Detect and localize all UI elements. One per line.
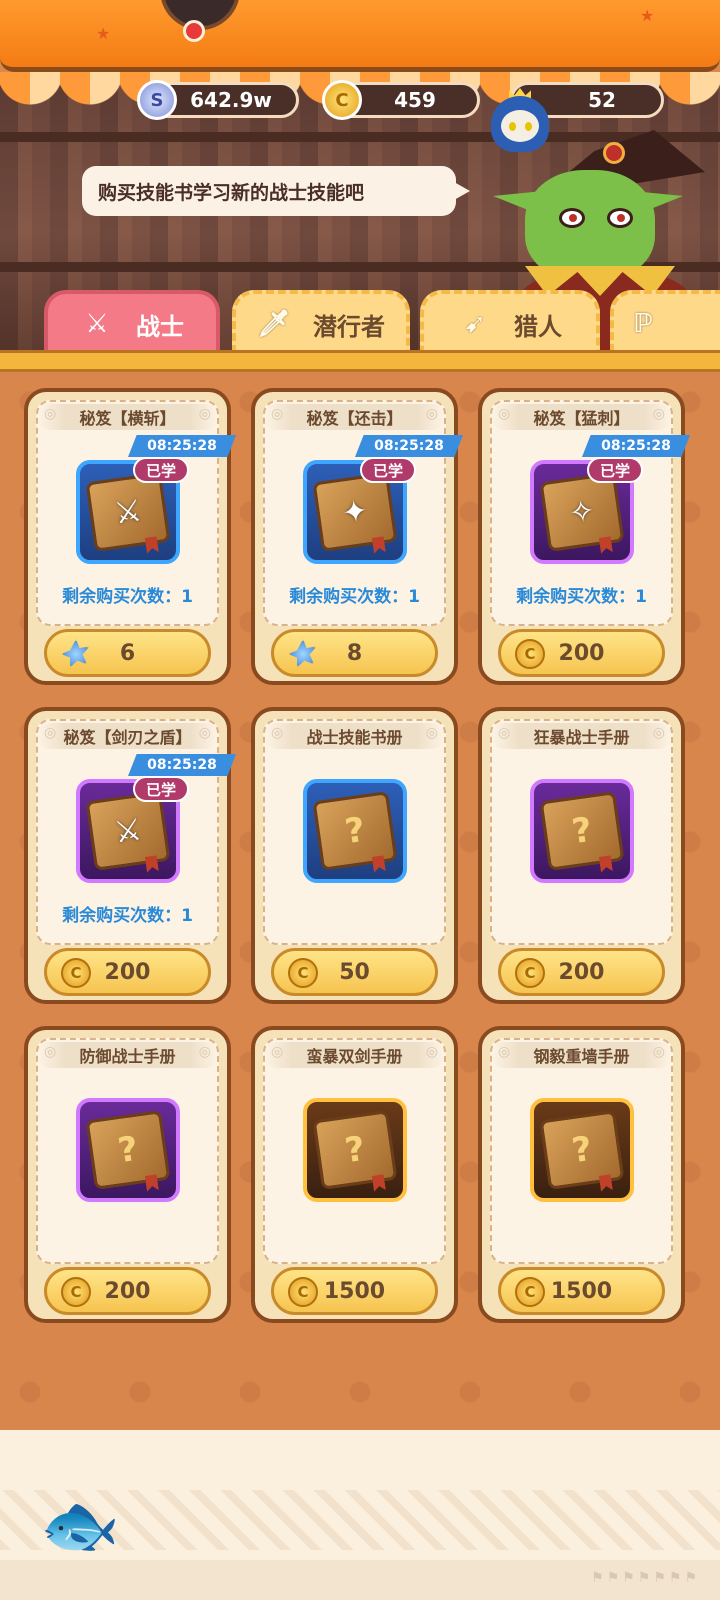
price-label: 200	[104, 959, 151, 985]
skill-book-frame: ?	[303, 1098, 407, 1202]
silver-coin-icon: S	[137, 80, 177, 120]
price-label: 6	[119, 640, 136, 666]
gold-coin-icon: C	[61, 958, 91, 988]
buy-button[interactable]: C 200	[44, 948, 211, 996]
panel-rail	[0, 350, 720, 372]
price-label: 200	[104, 1278, 151, 1304]
gold-amount: 459	[394, 88, 436, 112]
timer-badge: 08:25:28	[355, 435, 463, 457]
skill-book-icon: ✧	[539, 472, 625, 552]
mystery-book-icon: ?	[539, 791, 625, 871]
footer-decoration: ⚑⚑⚑⚑⚑⚑⚑	[591, 1570, 700, 1586]
tab-warrior[interactable]: ⚔ 战士	[44, 290, 220, 354]
energy-amount: 52	[588, 88, 616, 112]
gold-coin-icon: C	[515, 1277, 545, 1307]
skill-book-icon: ✦	[312, 472, 398, 552]
card-title: 秘笈【还击】	[265, 404, 444, 430]
buy-button[interactable]: 6	[44, 629, 211, 677]
card-title: 防御战士手册	[38, 1042, 217, 1068]
card-title: 钢毅重墙手册	[492, 1042, 671, 1068]
speech-text: 购买技能书学习新的战士技能吧	[98, 181, 365, 204]
staff-icon: ℙ	[633, 309, 653, 339]
shop-card[interactable]: 秘笈【剑刃之盾】 08:25:28 ⚔已学剩余购买次数：1 C 200	[24, 707, 236, 1004]
price-label: 8	[346, 640, 363, 666]
tab-label: 潜行者	[313, 312, 385, 341]
gem-icon	[61, 639, 90, 668]
tab-hunter[interactable]: ➹ 猎人	[420, 290, 600, 354]
timer-badge: 08:25:28	[128, 435, 236, 457]
shop-card[interactable]: 狂暴战士手册? C 200	[478, 707, 685, 1004]
buy-button[interactable]: C 1500	[271, 1267, 438, 1315]
star-icon: ★	[640, 6, 655, 25]
learned-badge: 已学	[133, 457, 189, 483]
card-title: 秘笈【横斩】	[38, 404, 217, 430]
gold-coin-icon: C	[288, 1277, 318, 1307]
mystery-book-icon: ?	[85, 1110, 171, 1190]
remaining-purchases: 剩余购买次数：1	[62, 906, 193, 926]
gem-icon	[288, 639, 317, 668]
skill-book-frame: ?	[530, 779, 634, 883]
shop-card[interactable]: 战士技能书册? C 50	[251, 707, 458, 1004]
silver-amount: 642.9w	[190, 88, 272, 112]
card-title: 蛮暴双剑手册	[265, 1042, 444, 1068]
buy-button[interactable]: C 200	[498, 629, 665, 677]
gold-coin-icon: C	[515, 639, 545, 669]
price-label: 1500	[323, 1278, 386, 1304]
mystery-book-icon: ?	[312, 791, 398, 871]
card-title: 秘笈【猛刺】	[492, 404, 671, 430]
price-label: 50	[339, 959, 370, 985]
dagger-icon: 🗡	[257, 309, 291, 339]
buy-button[interactable]: 8	[271, 629, 438, 677]
avatar-icon[interactable]	[487, 88, 553, 170]
bow-icon: ➹	[464, 309, 486, 339]
shop-card[interactable]: 秘笈【猛刺】 08:25:28 ✧已学剩余购买次数：1 C 200	[478, 388, 690, 685]
gold-coin-icon: C	[322, 80, 362, 120]
buy-button[interactable]: C 200	[498, 948, 665, 996]
timer-badge: 08:25:28	[128, 754, 236, 776]
buy-button[interactable]: C 50	[271, 948, 438, 996]
price-label: 200	[558, 959, 605, 985]
card-title: 狂暴战士手册	[492, 723, 671, 749]
speech-bubble: 购买技能书学习新的战士技能吧	[82, 166, 470, 216]
buy-button[interactable]: C 1500	[498, 1267, 665, 1315]
remaining-purchases: 剩余购买次数：1	[62, 587, 193, 607]
shop-card[interactable]: 秘笈【横斩】 08:25:28 ⚔已学剩余购买次数：1 6	[24, 388, 236, 685]
shop-card[interactable]: 钢毅重墙手册? C1500	[478, 1026, 685, 1323]
price-label: 200	[558, 640, 605, 666]
mystery-book-icon: ?	[539, 1110, 625, 1190]
sword-icon: ⚔	[85, 309, 109, 339]
price-label: 1500	[550, 1278, 613, 1304]
timer-badge: 08:25:28	[582, 435, 690, 457]
learned-badge: 已学	[360, 457, 416, 483]
skill-book-frame: ?	[303, 779, 407, 883]
shop-card[interactable]: 蛮暴双剑手册? C1500	[251, 1026, 458, 1323]
remaining-purchases: 剩余购买次数：1	[516, 587, 647, 607]
star-icon: ★	[96, 24, 111, 43]
tab-label: 猎人	[514, 312, 562, 341]
mystery-book-icon: ?	[312, 1110, 398, 1190]
tab-mage[interactable]: ℙ	[610, 290, 720, 354]
tab-label: 战士	[136, 312, 184, 341]
shop-card[interactable]: 防御战士手册? C 200	[24, 1026, 231, 1323]
buy-button[interactable]: C 200	[44, 1267, 211, 1315]
tab-rogue[interactable]: 🗡 潜行者	[232, 290, 410, 354]
gold-coin-icon: C	[61, 1277, 91, 1307]
shop-card[interactable]: 秘笈【还击】 08:25:28 ✦已学剩余购买次数：1 8	[251, 388, 463, 685]
fish-bone-icon[interactable]: 🐟	[30, 1488, 130, 1563]
card-title: 秘笈【剑刃之盾】	[38, 723, 217, 749]
skill-book-frame: ?	[76, 1098, 180, 1202]
gold-coin-icon: C	[288, 958, 318, 988]
skill-book-icon: ⚔	[85, 472, 171, 552]
card-title: 战士技能书册	[265, 723, 444, 749]
notification-dot-icon	[183, 20, 205, 42]
learned-badge: 已学	[133, 776, 189, 802]
learned-badge: 已学	[587, 457, 643, 483]
skill-book-frame: ?	[530, 1098, 634, 1202]
remaining-purchases: 剩余购买次数：1	[289, 587, 420, 607]
gold-coin-icon: C	[515, 958, 545, 988]
skill-book-icon: ⚔	[85, 791, 171, 871]
